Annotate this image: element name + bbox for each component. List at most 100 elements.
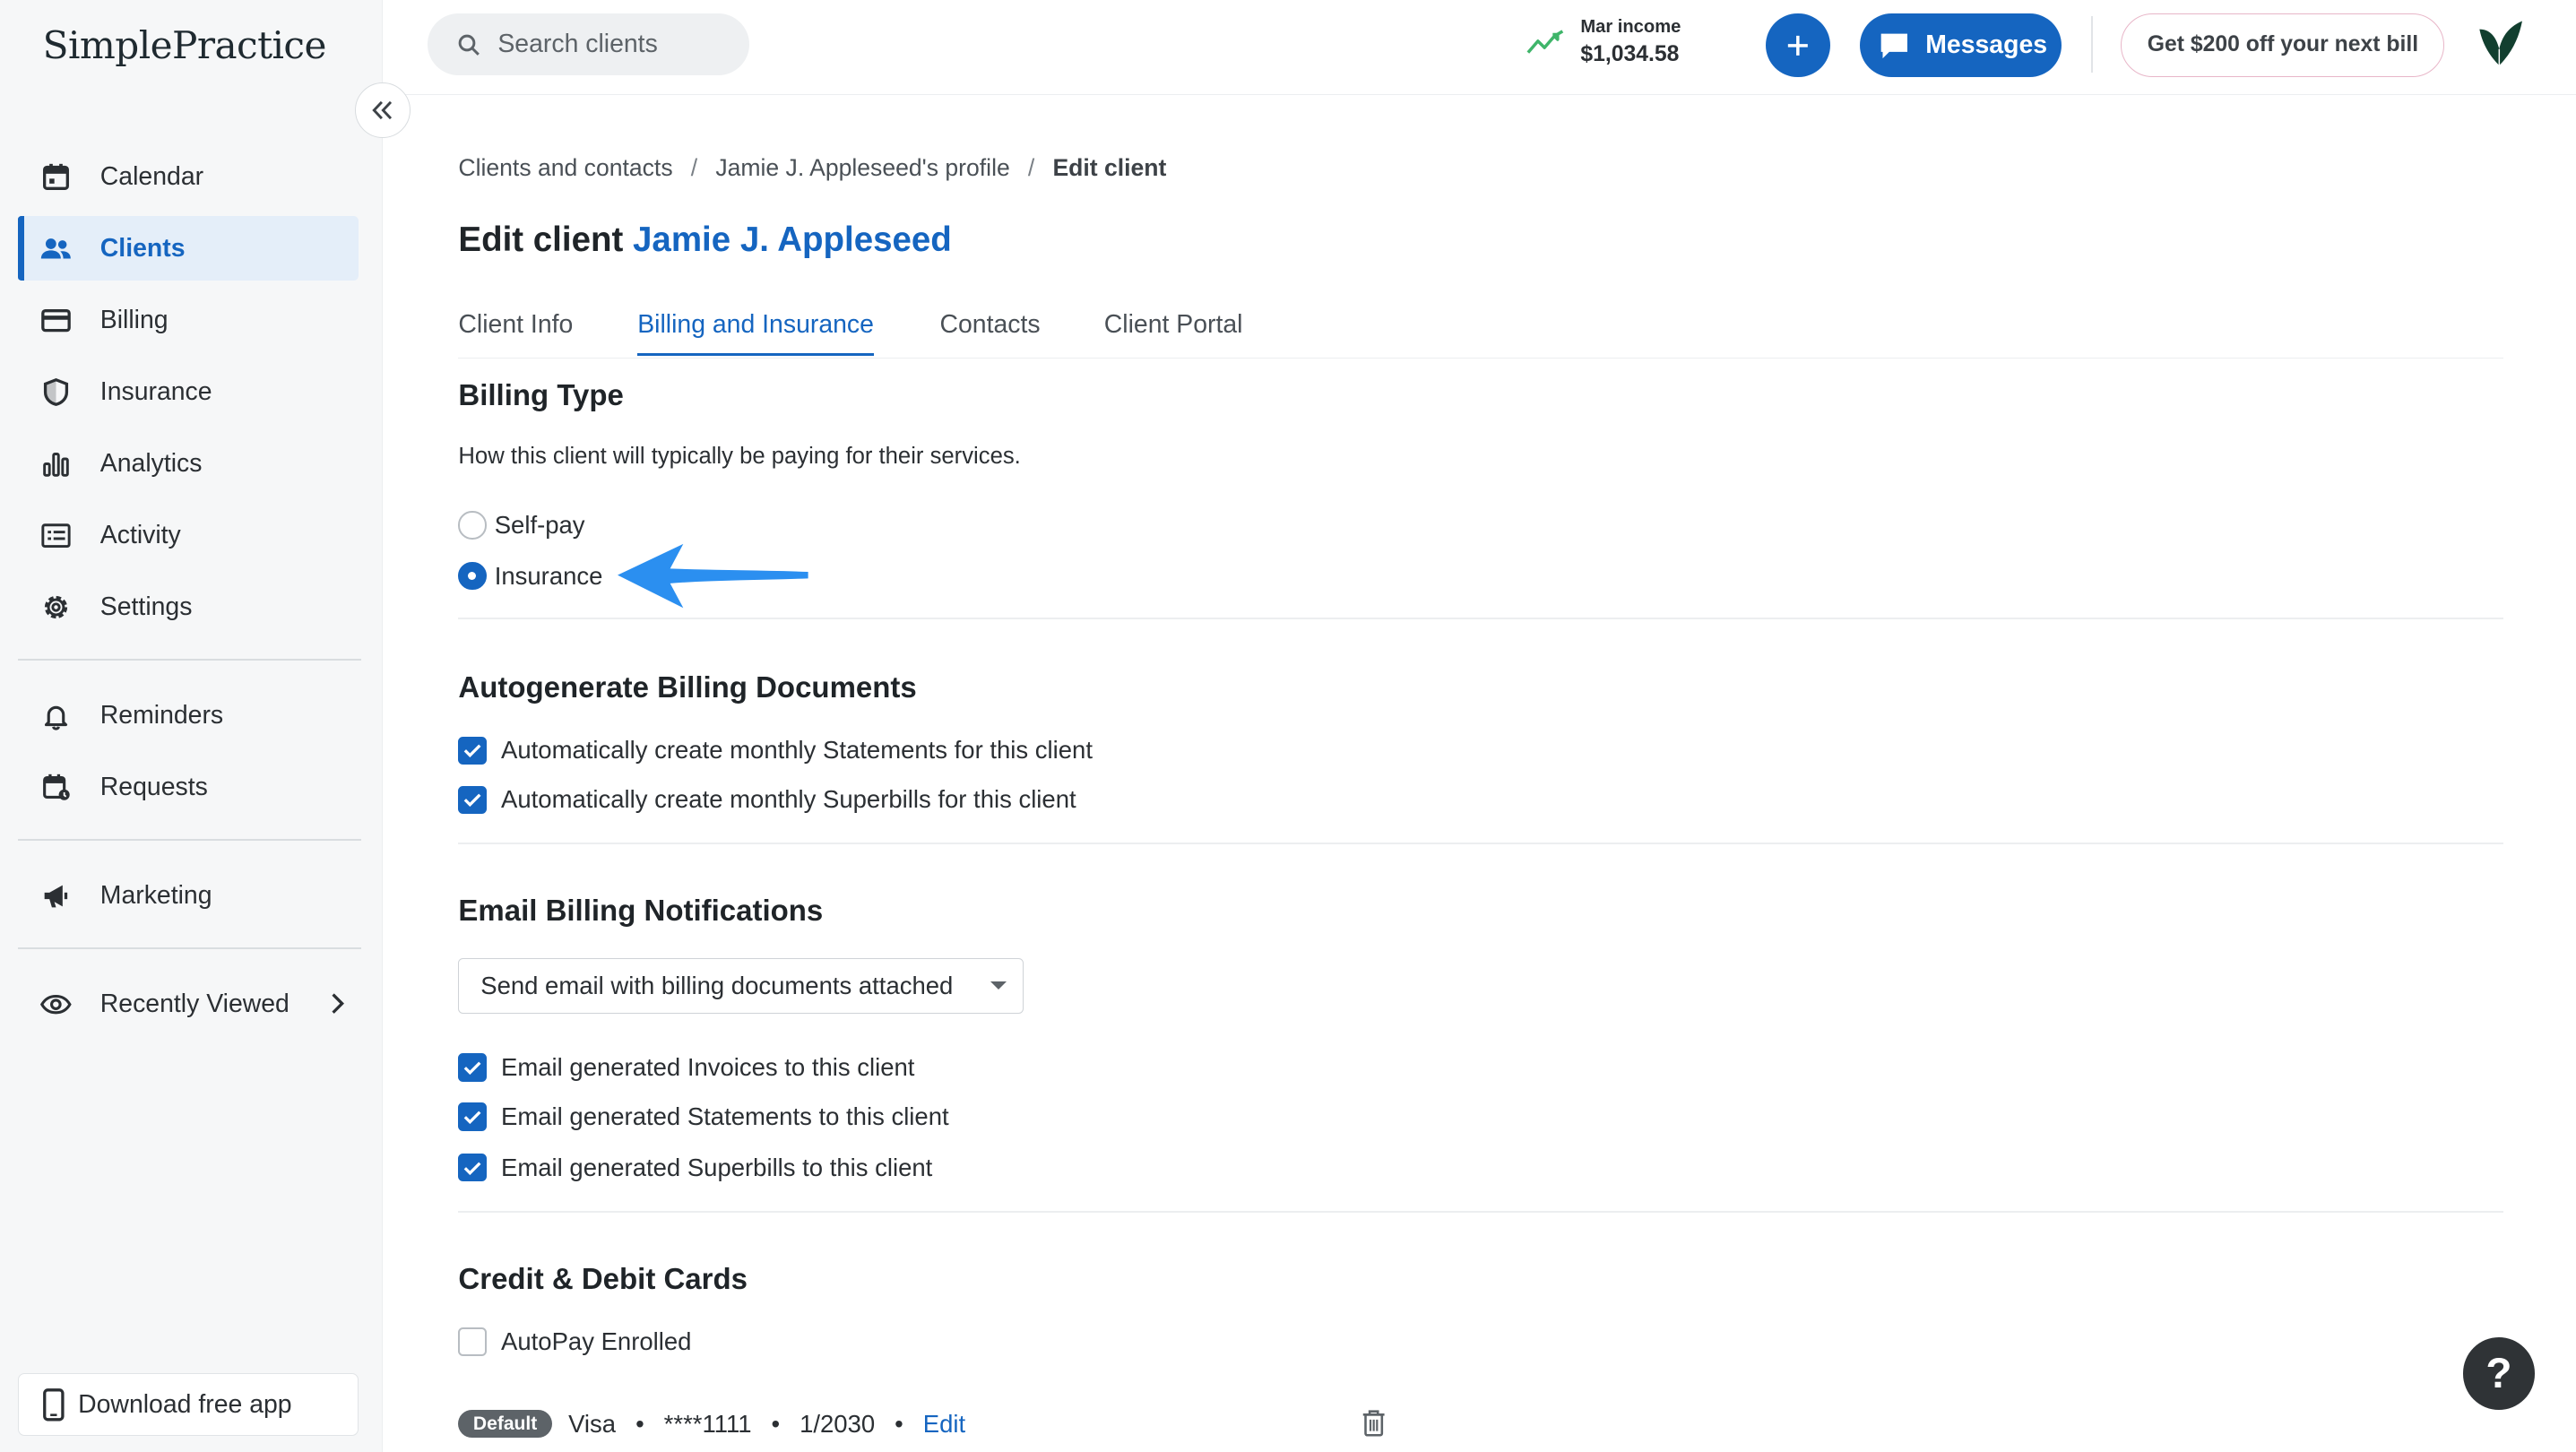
cards-title: Credit & Debit Cards (458, 1261, 748, 1295)
main-nav: Calendar Clients Billing Insurance Analy… (18, 144, 362, 1044)
separator-dot: • (771, 1409, 781, 1438)
sidebar-item-label: Settings (99, 592, 193, 622)
checkbox-autopay[interactable]: AutoPay Enrolled (458, 1327, 691, 1356)
card-number: ****1111 (663, 1409, 752, 1438)
tab-contacts[interactable]: Contacts (939, 310, 1040, 353)
page-title-prefix: Edit client (458, 220, 624, 259)
checkbox-label: Email generated Invoices to this client (501, 1052, 915, 1081)
checkbox-unchecked[interactable] (458, 1327, 487, 1356)
section-divider (458, 843, 2504, 845)
card-row: Default Visa • ****1111 • 1/2030 • Edit (458, 1409, 1385, 1439)
sidebar-item-label: Recently Viewed (99, 990, 290, 1019)
checkbox-email-statements[interactable]: Email generated Statements to this clien… (458, 1102, 949, 1131)
nav-divider (18, 839, 362, 842)
checkbox-checked[interactable] (458, 736, 487, 765)
gear-icon (39, 591, 73, 624)
sidebar-item-analytics[interactable]: Analytics (18, 432, 358, 496)
checkbox-email-invoices[interactable]: Email generated Invoices to this client (458, 1053, 914, 1082)
sidebar-item-label: Insurance (99, 376, 212, 406)
sidebar-item-requests[interactable]: Requests (18, 756, 358, 819)
calendar-request-icon (39, 771, 73, 804)
messages-label: Messages (1925, 30, 2048, 59)
sidebar-item-label: Analytics (99, 448, 203, 478)
simplepractice-logo[interactable]: SimplePractice (43, 23, 327, 67)
create-new-button[interactable] (1766, 13, 1830, 78)
edit-card-link[interactable]: Edit (923, 1410, 965, 1439)
client-name-link[interactable]: Jamie J. Appleseed (633, 220, 952, 259)
tab-client-info[interactable]: Client Info (458, 310, 573, 353)
sidebar-item-label: Clients (99, 233, 186, 263)
download-app-button[interactable]: Download free app (18, 1373, 359, 1437)
sidebar-item-marketing[interactable]: Marketing (18, 864, 358, 928)
credit-card-icon (39, 304, 73, 337)
sidebar-item-label: Marketing (99, 881, 212, 911)
trend-up-icon (1526, 30, 1566, 56)
breadcrumb-separator: / (1027, 154, 1035, 182)
eye-icon (39, 988, 73, 1021)
checkbox-checked[interactable] (458, 1102, 487, 1131)
sidebar-item-activity[interactable]: Activity (18, 504, 358, 567)
breadcrumb-link-profile[interactable]: Jamie J. Appleseed's profile (715, 154, 1009, 181)
chevron-right-icon (329, 990, 345, 1024)
checkbox-label: Email generated Superbills to this clien… (501, 1153, 933, 1181)
sidebar-item-clients[interactable]: Clients (18, 216, 359, 281)
breadcrumb-separator: / (690, 154, 698, 182)
leaf-logo-icon[interactable] (2473, 16, 2528, 72)
sidebar-item-recently-viewed[interactable]: Recently Viewed (18, 972, 358, 1036)
select-value: Send email with billing documents attach… (480, 971, 954, 999)
sidebar-item-billing[interactable]: Billing (18, 288, 358, 351)
sidebar-item-reminders[interactable]: Reminders (18, 684, 358, 748)
sidebar-item-label: Activity (99, 521, 181, 549)
help-button[interactable]: ? (2462, 1337, 2536, 1410)
billing-type-title: Billing Type (458, 377, 624, 411)
sidebar: SimplePractice Calendar Clients Billing … (0, 0, 384, 1452)
trash-icon[interactable] (1361, 1408, 1387, 1438)
tab-client-portal[interactable]: Client Portal (1104, 310, 1243, 353)
separator-dot: • (635, 1409, 644, 1438)
sidebar-item-label: Calendar (99, 161, 204, 191)
collapse-sidebar-button[interactable] (354, 82, 411, 138)
messages-button[interactable]: Messages (1859, 13, 2062, 78)
bell-icon (39, 699, 73, 732)
sidebar-item-insurance[interactable]: Insurance (18, 360, 358, 424)
phone-icon (42, 1388, 65, 1422)
radio-button[interactable] (458, 511, 487, 540)
checkbox-checked[interactable] (458, 785, 487, 814)
shield-icon (39, 376, 73, 409)
checkbox-monthly-superbills[interactable]: Automatically create monthly Superbills … (458, 785, 1076, 814)
sidebar-item-calendar[interactable]: Calendar (18, 144, 358, 208)
users-icon (39, 232, 73, 265)
checkbox-email-superbills[interactable]: Email generated Superbills to this clien… (458, 1154, 932, 1182)
radio-insurance[interactable]: Insurance (458, 562, 602, 591)
email-notifications-title: Email Billing Notifications (458, 894, 824, 928)
search-input[interactable]: Search clients (427, 13, 749, 76)
section-divider (458, 1210, 2504, 1213)
autogenerate-title: Autogenerate Billing Documents (458, 670, 917, 704)
card-expiry: 1/2030 (800, 1409, 876, 1438)
email-option-select[interactable]: Send email with billing documents attach… (458, 957, 1024, 1014)
sidebar-item-settings[interactable]: Settings (18, 575, 358, 639)
breadcrumb-link-clients[interactable]: Clients and contacts (458, 154, 672, 181)
monthly-income[interactable]: Mar income $1,034.58 (1526, 16, 1681, 69)
chat-bubble-icon (1878, 30, 1911, 60)
default-badge: Default (458, 1410, 552, 1439)
income-value: $1,034.58 (1580, 41, 1680, 66)
tab-billing-and-insurance[interactable]: Billing and Insurance (637, 310, 874, 357)
tab-bar: Client Info Billing and Insurance Contac… (458, 306, 2504, 359)
calendar-icon (39, 160, 73, 194)
checkbox-monthly-statements[interactable]: Automatically create monthly Statements … (458, 736, 1093, 765)
plus-icon (1786, 34, 1810, 57)
checkbox-checked[interactable] (458, 1053, 487, 1082)
billing-type-description: How this client will typically be paying… (458, 443, 1021, 469)
radio-button-selected[interactable] (458, 562, 487, 591)
sidebar-item-label: Billing (99, 305, 169, 334)
promo-button[interactable]: Get $200 off your next bill (2121, 13, 2445, 78)
checkbox-checked[interactable] (458, 1154, 487, 1182)
card-brand: Visa (568, 1409, 617, 1438)
sidebar-item-label: Reminders (99, 701, 224, 730)
radio-self-pay[interactable]: Self-pay (458, 511, 585, 540)
nav-divider (18, 659, 362, 661)
radio-label: Self-pay (494, 511, 585, 540)
caret-down-icon (990, 981, 1007, 990)
radio-label: Insurance (494, 561, 603, 590)
